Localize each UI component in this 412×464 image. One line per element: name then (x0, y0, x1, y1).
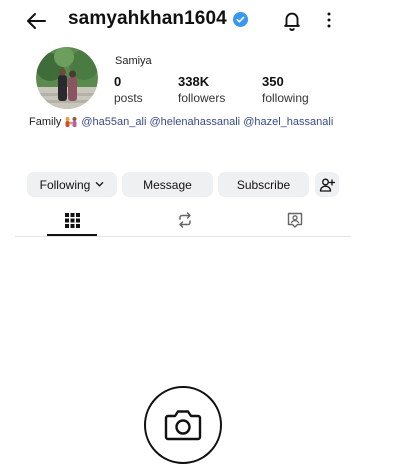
verified-badge-icon (232, 11, 248, 27)
bio: Family @ha55an_ali @helenahassanali @haz… (29, 116, 333, 128)
followers-label: followers (178, 91, 226, 105)
profile-tabs (15, 205, 351, 237)
more-options-icon[interactable] (322, 10, 336, 30)
following-count: 350 (262, 74, 284, 89)
username: samyahkhan1604 (68, 8, 227, 29)
bio-mention[interactable]: @ha55an_ali (81, 116, 146, 128)
following-button-label: Following (39, 177, 91, 192)
subscribe-button[interactable]: Subscribe (218, 172, 309, 197)
suggested-people-button[interactable] (315, 172, 339, 197)
bio-mention[interactable]: @hazel_hassanali (243, 116, 333, 128)
tab-reposts[interactable] (160, 205, 210, 235)
following-stat[interactable]: 350 following (262, 74, 309, 105)
message-button[interactable]: Message (122, 172, 213, 197)
reposts-icon (179, 212, 191, 228)
tab-tagged[interactable] (270, 205, 320, 235)
bio-prefix: Family (29, 116, 62, 128)
avatar[interactable] (36, 47, 98, 109)
following-button[interactable]: Following (27, 172, 117, 197)
followers-count: 338K (178, 74, 210, 89)
posts-label: posts (114, 91, 143, 105)
username-row: samyahkhan1604 (68, 8, 248, 30)
top-bar: samyahkhan1604 (0, 0, 412, 42)
posts-stat[interactable]: 0 posts (114, 74, 143, 105)
active-tab-indicator (47, 234, 97, 236)
subscribe-button-label: Subscribe (236, 177, 291, 192)
empty-posts-camera (144, 386, 222, 464)
followers-stat[interactable]: 338K followers (178, 74, 225, 105)
bell-icon[interactable] (281, 9, 303, 31)
display-name: Samiya (115, 55, 152, 67)
tab-posts-grid[interactable] (47, 205, 97, 235)
tagged-icon (287, 212, 303, 228)
family-emoji-icon (65, 117, 77, 127)
grid-icon (64, 212, 80, 228)
following-label: following (262, 91, 309, 105)
chevron-down-icon (96, 182, 104, 187)
message-button-label: Message (143, 177, 192, 192)
add-person-icon (319, 178, 335, 192)
bio-mention[interactable]: @helenahassanali (149, 116, 240, 128)
back-arrow-icon[interactable] (24, 9, 48, 33)
camera-icon (164, 410, 202, 441)
posts-count: 0 (114, 74, 122, 89)
avatar-image (36, 47, 98, 109)
